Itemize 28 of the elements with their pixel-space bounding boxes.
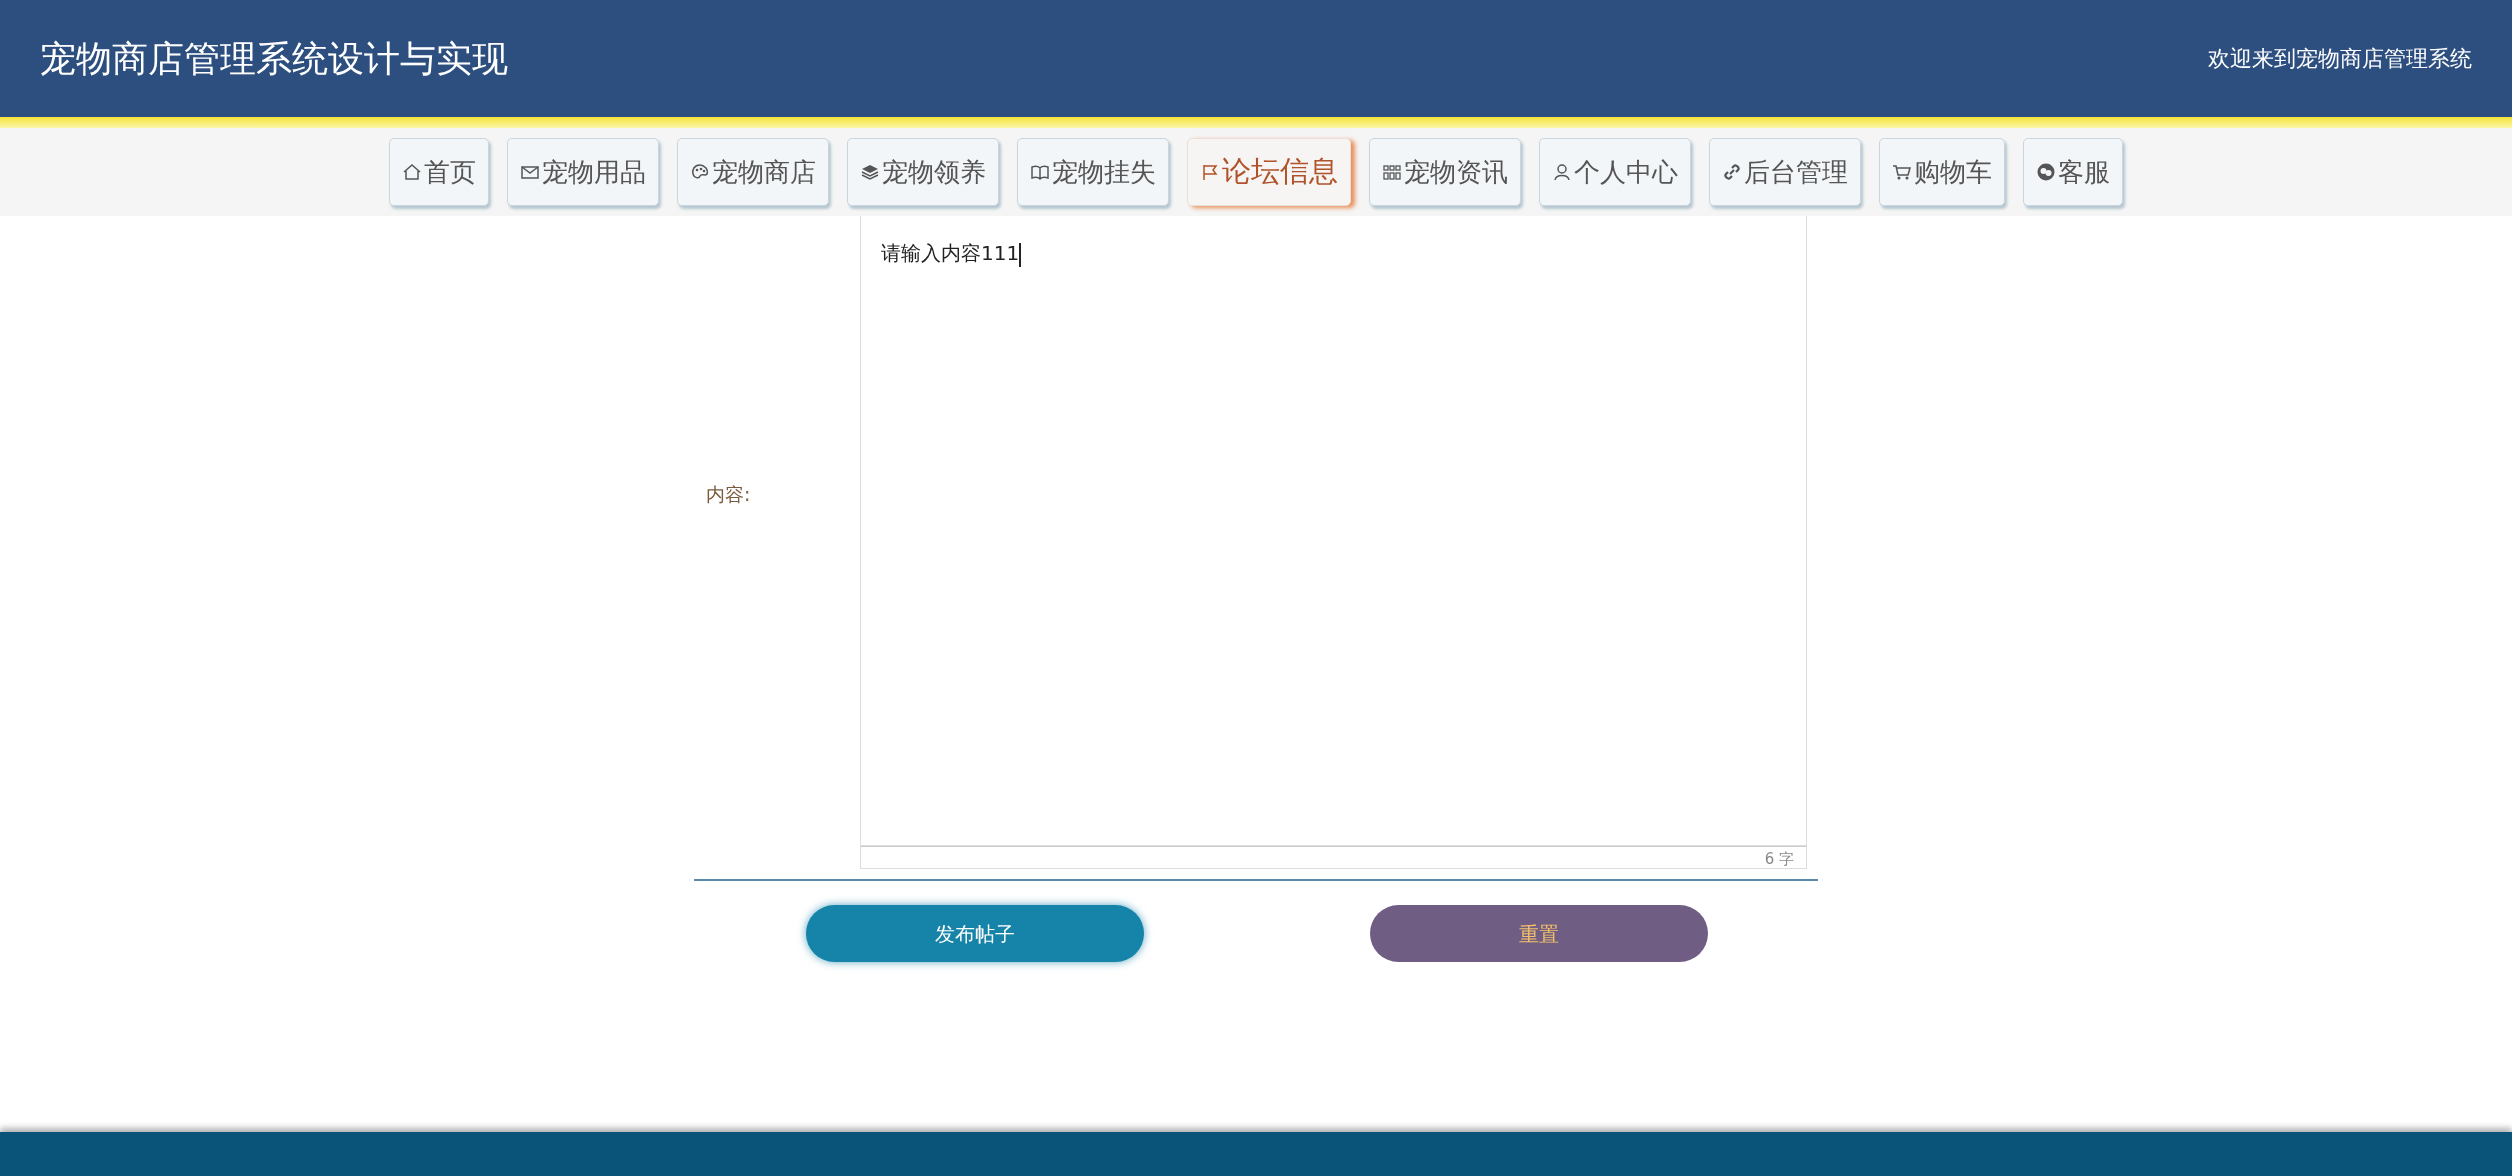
flag-icon xyxy=(1200,162,1220,182)
grid-icon xyxy=(1382,162,1402,182)
chat-icon xyxy=(2036,162,2056,182)
reset-button[interactable]: 重置 xyxy=(1370,905,1708,962)
nav-tab[interactable]: 宠物用品 xyxy=(507,138,659,206)
content-field[interactable]: 请输入内容111 xyxy=(860,216,1807,846)
link-icon xyxy=(1722,162,1742,182)
site-title: 宠物商店管理系统设计与实现 xyxy=(40,36,508,81)
welcome-text: 欢迎来到宠物商店管理系统 xyxy=(2208,45,2472,73)
layers-icon xyxy=(860,162,880,182)
nav-tab[interactable]: 购物车 xyxy=(1879,138,2005,206)
nav-tab[interactable]: 后台管理 xyxy=(1709,138,1861,206)
nav-tab[interactable]: 个人中心 xyxy=(1539,138,1691,206)
user-icon xyxy=(1552,162,1572,182)
nav-tab[interactable]: 客服 xyxy=(2023,138,2123,206)
nav-tab[interactable]: 首页 xyxy=(389,138,489,206)
palette-icon xyxy=(690,162,710,182)
publish-button[interactable]: 发布帖子 xyxy=(806,905,1144,962)
nav-tab[interactable]: 宠物资讯 xyxy=(1369,138,1521,206)
home-icon xyxy=(402,162,422,182)
word-count: 6 字 xyxy=(1764,850,1794,868)
nav-tab[interactable]: 宠物商店 xyxy=(677,138,829,206)
content-label: 内容: xyxy=(706,483,751,506)
text-cursor xyxy=(1019,242,1022,267)
nav-tab[interactable]: 宠物挂失 xyxy=(1017,138,1169,206)
nav-tab[interactable]: 宠物领养 xyxy=(847,138,999,206)
nav-tab[interactable]: 论坛信息 xyxy=(1187,138,1351,206)
cart-icon xyxy=(1892,162,1912,182)
